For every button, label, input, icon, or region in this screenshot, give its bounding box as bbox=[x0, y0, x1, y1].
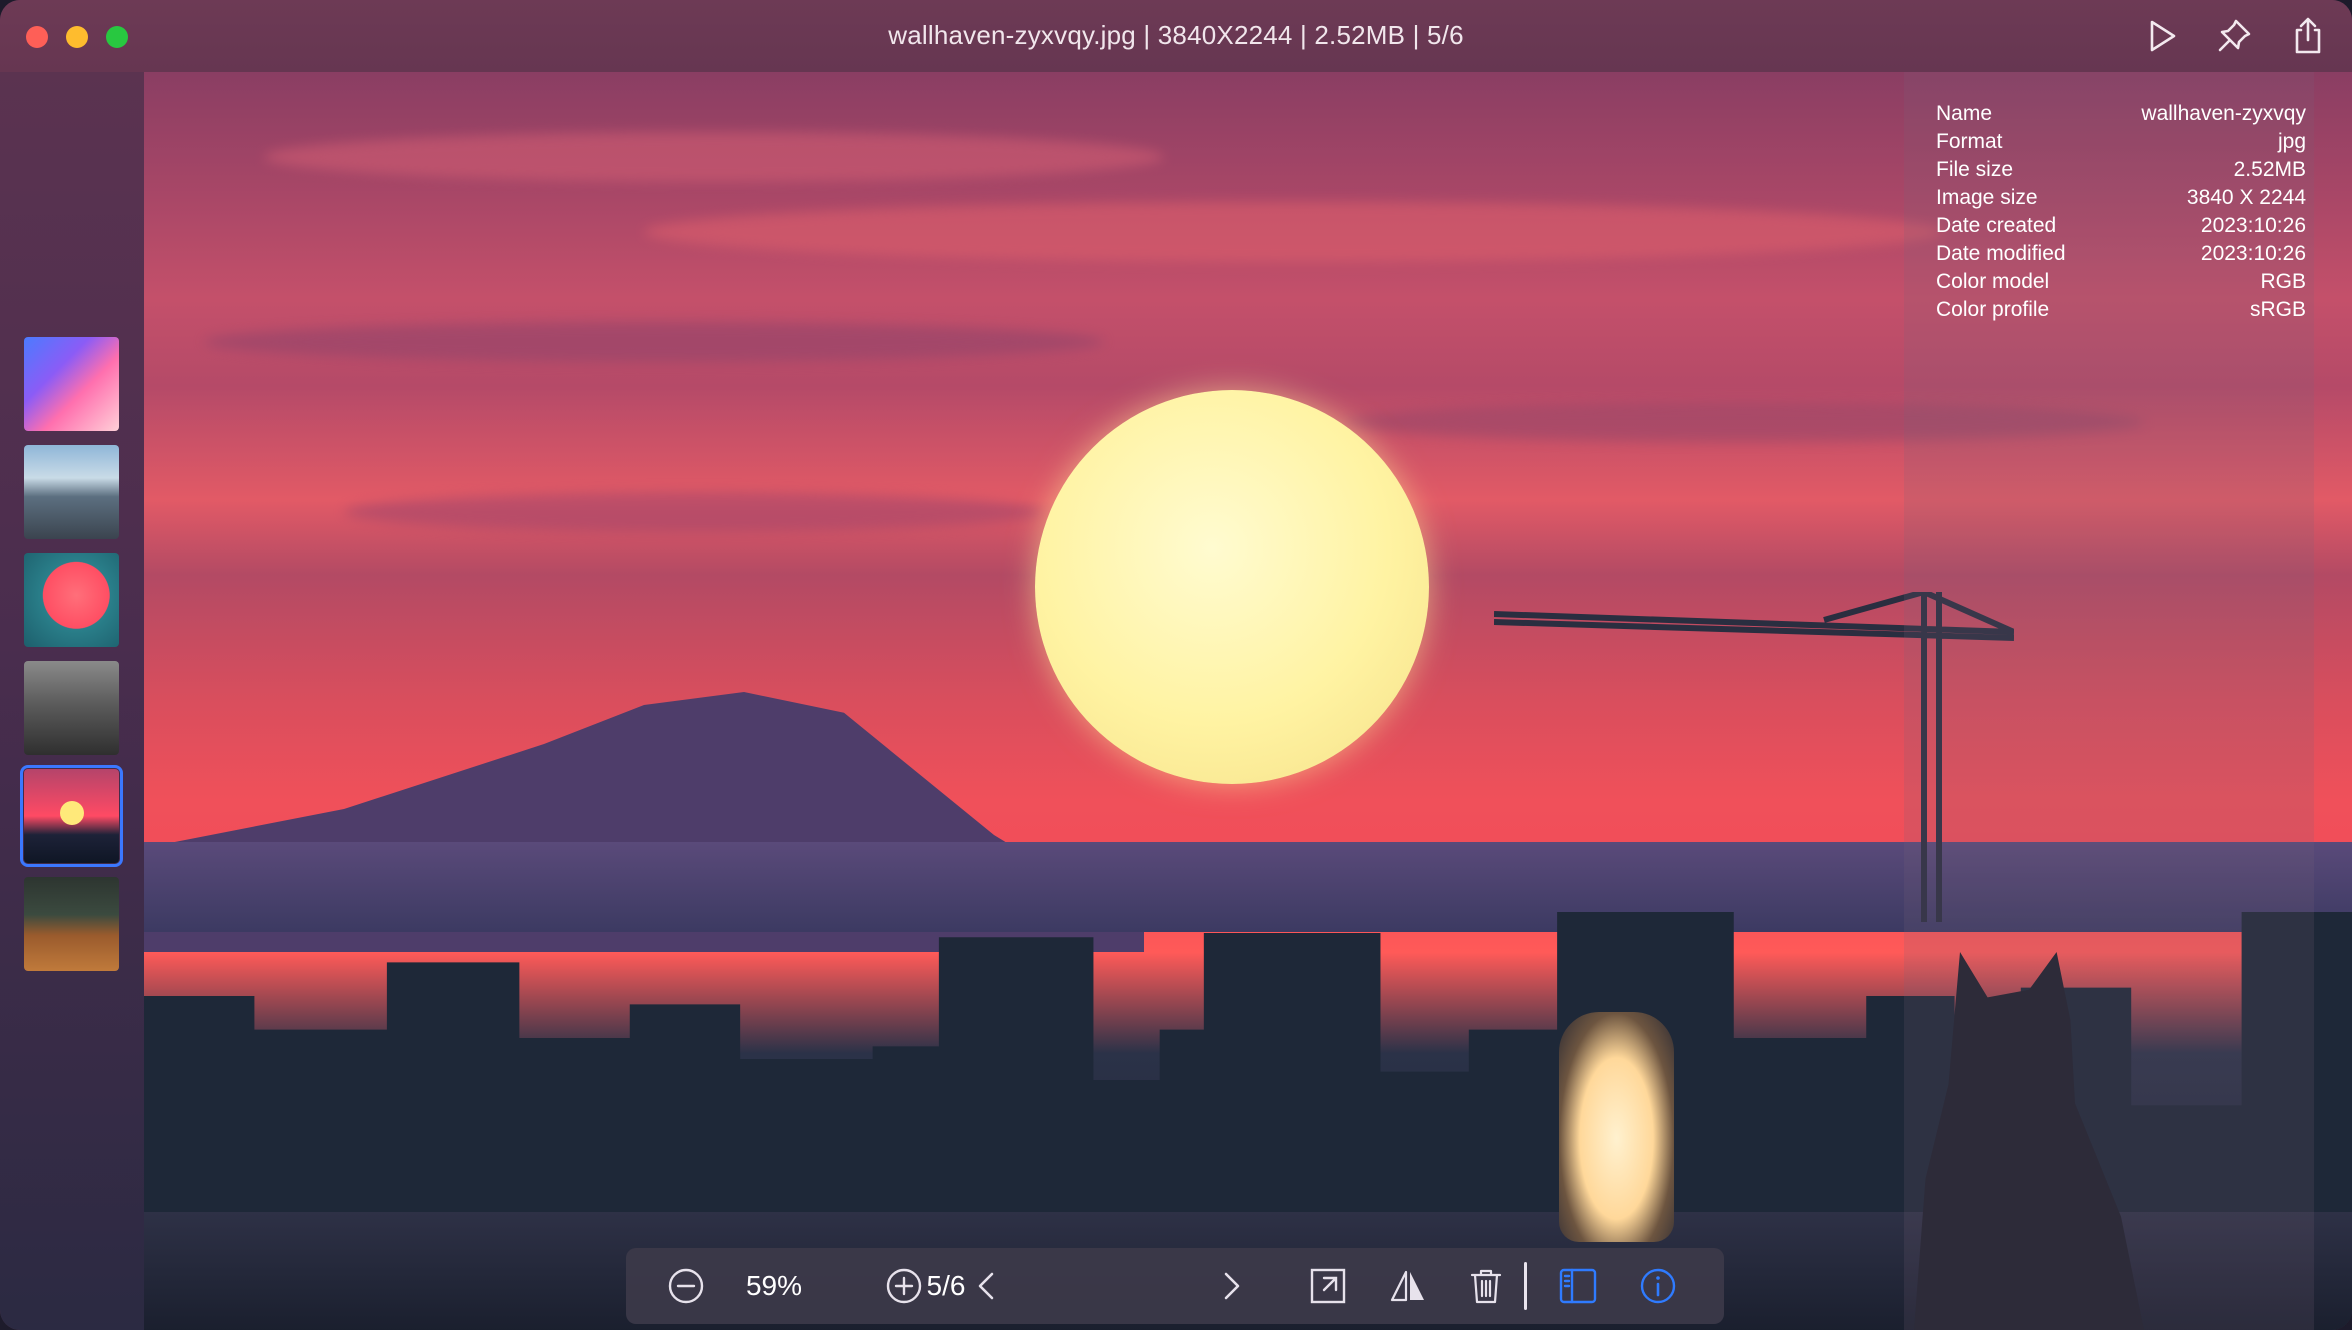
info-row-format: Format jpg bbox=[1936, 130, 2306, 158]
sidebar-toggle-icon[interactable] bbox=[1556, 1264, 1600, 1308]
info-row-image-size: Image size 3840 X 2244 bbox=[1936, 186, 2306, 214]
info-key: File size bbox=[1936, 158, 2014, 181]
info-value: wallhaven-zyxvqy bbox=[2141, 102, 2306, 125]
cloud-streak bbox=[264, 132, 1164, 182]
lantern bbox=[1559, 1012, 1674, 1242]
trash-icon[interactable] bbox=[1464, 1264, 1508, 1308]
thumbnail-interior[interactable] bbox=[24, 877, 119, 971]
info-value: 2023:10:26 bbox=[2200, 214, 2306, 237]
info-row-color-model: Color model RGB bbox=[1936, 270, 2306, 298]
image-viewer-window: wallhaven-zyxvqy.jpg | 3840X2244 | 2.52M… bbox=[0, 0, 2352, 1330]
info-key: Color profile bbox=[1936, 298, 2050, 321]
info-value: sRGB bbox=[2249, 298, 2306, 321]
info-row-date-created: Date created 2023:10:26 bbox=[1936, 214, 2306, 242]
thumbnail-gradient[interactable] bbox=[24, 337, 119, 431]
thumbnail-mountain-road[interactable] bbox=[24, 445, 119, 539]
pin-icon[interactable] bbox=[2212, 14, 2256, 58]
sun bbox=[1035, 390, 1429, 784]
info-icon[interactable] bbox=[1636, 1264, 1680, 1308]
share-icon[interactable] bbox=[2286, 14, 2330, 58]
fit-window-icon[interactable] bbox=[1306, 1264, 1350, 1308]
info-row-file-size: File size 2.52MB bbox=[1936, 158, 2306, 186]
toolbar-divider bbox=[1524, 1262, 1527, 1310]
info-key: Format bbox=[1936, 130, 2003, 153]
info-key: Name bbox=[1936, 102, 1993, 125]
info-value: jpg bbox=[2277, 130, 2306, 153]
zoom-level: 59% bbox=[745, 1270, 803, 1301]
bottom-toolbar: 59% 5/6 bbox=[626, 1248, 1724, 1324]
chevron-right-icon[interactable] bbox=[1208, 1264, 1252, 1308]
info-key: Color model bbox=[1936, 270, 2050, 293]
info-row-name: Name wallhaven-zyxvqy bbox=[1936, 102, 2306, 130]
page-indicator: 5/6 bbox=[926, 1270, 966, 1301]
info-value: 2023:10:26 bbox=[2200, 242, 2306, 265]
info-value: RGB bbox=[2260, 270, 2306, 293]
thumbnail-pink-sunset[interactable] bbox=[24, 553, 119, 647]
thumbnail-sidebar bbox=[0, 72, 144, 1330]
info-value: 3840 X 2244 bbox=[2186, 186, 2306, 209]
zoom-out-icon[interactable] bbox=[664, 1264, 708, 1308]
cloud-streak bbox=[204, 322, 1104, 362]
flip-icon[interactable] bbox=[1386, 1264, 1430, 1308]
info-key: Date created bbox=[1936, 214, 2057, 237]
info-panel: Name wallhaven-zyxvqy Format jpg File si… bbox=[1904, 72, 2314, 1330]
info-value: 2.52MB bbox=[2233, 158, 2306, 181]
title-bar: wallhaven-zyxvqy.jpg | 3840X2244 | 2.52M… bbox=[0, 0, 2352, 72]
info-key: Image size bbox=[1936, 186, 2038, 209]
cloud-streak bbox=[644, 202, 1944, 262]
thumbnail-city-sunset[interactable] bbox=[20, 765, 123, 867]
info-key: Date modified bbox=[1936, 242, 2066, 265]
info-row-date-modified: Date modified 2023:10:26 bbox=[1936, 242, 2306, 270]
play-icon[interactable] bbox=[2140, 14, 2184, 58]
thumbnail-trees-bw[interactable] bbox=[24, 661, 119, 755]
window-title: wallhaven-zyxvqy.jpg | 3840X2244 | 2.52M… bbox=[888, 20, 1464, 50]
cloud-streak bbox=[344, 492, 1044, 532]
info-row-color-profile: Color profile sRGB bbox=[1936, 298, 2306, 326]
